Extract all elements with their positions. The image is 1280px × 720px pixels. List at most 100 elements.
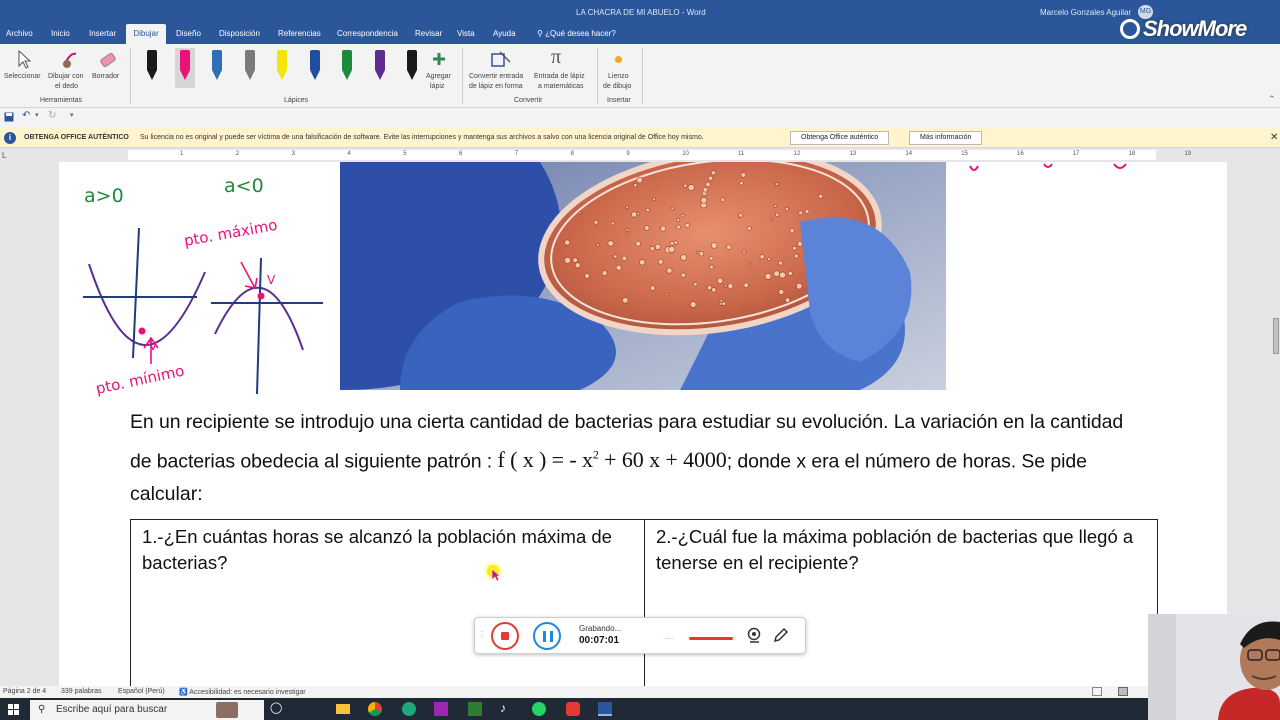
draw-finger-label-1[interactable]: Dibujar con <box>48 72 83 82</box>
tab-correspondencia[interactable]: Correspondencia <box>334 24 401 44</box>
tab-dibujar[interactable]: Dibujar <box>126 24 166 44</box>
tab-archivo[interactable]: Archivo <box>3 24 36 44</box>
add-pen-label-2[interactable]: lápiz <box>430 82 444 92</box>
pencil-icon[interactable] <box>773 627 789 643</box>
pen-9-icon[interactable] <box>402 48 422 88</box>
tab-disposicion[interactable]: Disposición <box>216 24 263 44</box>
tab-referencias[interactable]: Referencias <box>275 24 324 44</box>
read-mode-icon[interactable] <box>1092 687 1102 696</box>
pause-button[interactable] <box>533 622 561 650</box>
windows-start-icon[interactable] <box>8 704 19 715</box>
tiktok-icon[interactable]: ♪ <box>500 701 506 715</box>
ink-to-shape-label-2[interactable]: de lápiz en forma <box>469 82 523 92</box>
scrollbar-thumb[interactable] <box>1273 318 1279 354</box>
language[interactable]: Español (Perú) <box>118 688 165 695</box>
function-equation: f ( x ) = - x2 + 60 x + 4000 <box>497 447 726 472</box>
drawing-canvas-label-2[interactable]: de dibujo <box>603 82 631 92</box>
app-icon[interactable] <box>468 702 482 716</box>
ruler-number: 19 <box>1184 151 1192 157</box>
drawing-canvas-icon[interactable] <box>615 56 622 63</box>
undo-dropdown-icon[interactable]: ▾ <box>35 111 39 119</box>
tab-insertar[interactable]: Insertar <box>86 24 119 44</box>
stop-record-button[interactable] <box>491 622 519 650</box>
app-icon[interactable] <box>566 702 580 716</box>
tab-ayuda[interactable]: Ayuda <box>490 24 519 44</box>
document-page[interactable]: a>0 a<0 pto. máximo V pto. mínimo V En u… <box>59 162 1227 686</box>
paragraph-line-3: calcular: <box>130 483 203 506</box>
drag-handle-icon[interactable]: ⋮ <box>478 630 486 639</box>
app-icon[interactable] <box>434 702 448 716</box>
equation-rhs: + 60 x + 4000 <box>598 447 727 473</box>
select-arrow-icon[interactable] <box>16 50 32 70</box>
add-pen-icon[interactable] <box>432 52 446 66</box>
license-warning-bar: i OBTENGA OFFICE AUTÉNTICO Su licencia n… <box>0 128 1280 148</box>
pen-4-icon[interactable] <box>240 48 260 88</box>
undo-icon[interactable]: ↶ <box>22 110 30 121</box>
page-count[interactable]: Página 2 de 4 <box>3 688 46 695</box>
add-pen-label-1[interactable]: Agregar <box>426 72 451 82</box>
webcam-icon[interactable] <box>747 627 763 643</box>
redo-icon[interactable]: ↻ <box>48 110 56 121</box>
ink-to-shape-icon[interactable] <box>490 50 512 70</box>
windows-taskbar: ⚲ Escribe aquí para buscar ◯ ♪ <box>0 698 1280 720</box>
drawing-canvas-label-1[interactable]: Lienzo <box>608 72 629 82</box>
select-button[interactable]: Seleccionar <box>4 72 41 82</box>
collapse-ribbon-icon[interactable]: ⌃ <box>1268 94 1276 105</box>
recording-status: Grabando... <box>579 624 622 633</box>
accessibility-status[interactable]: ♿ Accesibilidad: es necesario investigar <box>179 688 306 696</box>
save-icon[interactable] <box>4 112 14 122</box>
pen-7-icon[interactable] <box>337 48 357 88</box>
paragraph-line-1: En un recipiente se introdujo una cierta… <box>130 411 1124 433</box>
eraser-icon[interactable] <box>98 50 118 70</box>
file-explorer-icon[interactable] <box>336 704 350 714</box>
pen-3-icon[interactable] <box>207 48 227 88</box>
horizontal-ruler[interactable]: L 1 2 3 4 5 6 7 8 9 10 11 12 13 14 15 16 17 18 19 <box>0 148 1280 162</box>
tab-revisar[interactable]: Revisar <box>412 24 445 44</box>
pen-1-icon[interactable] <box>142 48 162 88</box>
word-count[interactable]: 339 palabras <box>61 688 101 695</box>
pen-8-icon[interactable] <box>370 48 390 88</box>
ribbon-tabs: Archivo Inicio Insertar Dibujar Diseño D… <box>0 24 1280 44</box>
tab-vista[interactable]: Vista <box>454 24 478 44</box>
ink-to-shape-label-1[interactable]: Convertir entrada <box>469 72 523 82</box>
question-2-cell[interactable]: 2.-¿Cuál fue la máxima población de bact… <box>645 520 1157 686</box>
get-office-button[interactable]: Obtenga Office auténtico <box>790 131 890 145</box>
min-point-label: pto. mínimo <box>94 362 186 398</box>
ribbon: Seleccionar Dibujar con el dedo Borrador… <box>0 44 1280 108</box>
pen-2-icon[interactable] <box>174 48 195 88</box>
a-negative-label: a<0 <box>224 175 264 197</box>
ruler-number: 16 <box>1017 151 1024 157</box>
task-view-icon[interactable]: ◯ <box>270 701 282 714</box>
user-name[interactable]: Marcelo Gonzales Aguilar <box>1040 8 1131 17</box>
more-info-button[interactable]: Más información <box>909 131 983 145</box>
close-icon[interactable]: ✕ <box>1270 132 1278 143</box>
vertical-ruler[interactable] <box>0 162 10 686</box>
ruler-tab-selector[interactable]: L <box>2 151 6 160</box>
tell-me-box[interactable]: ⚲ ¿Qué desea hacer? <box>534 24 619 44</box>
vertical-scrollbar[interactable] <box>1272 162 1280 686</box>
info-icon: i <box>4 132 16 144</box>
ink-to-math-label-2[interactable]: a matemáticas <box>538 82 584 92</box>
tab-diseno[interactable]: Diseño <box>173 24 204 44</box>
a-positive-label: a>0 <box>84 185 124 207</box>
chrome-icon[interactable] <box>368 702 382 716</box>
lightbulb-icon: ⚲ <box>537 29 543 38</box>
customize-qat-icon[interactable]: ▾ <box>70 111 74 119</box>
draw-finger-label-2[interactable]: el dedo <box>55 82 78 92</box>
group-divider <box>597 48 598 104</box>
tab-inicio[interactable]: Inicio <box>48 24 73 44</box>
draw-finger-icon[interactable] <box>60 50 80 70</box>
ink-to-math-icon[interactable]: π <box>551 46 561 69</box>
question-1-cell[interactable]: 1.-¿En cuántas horas se alcanzó la pobla… <box>131 520 645 686</box>
pen-6-icon[interactable] <box>305 48 325 88</box>
ruler-number: 7 <box>514 151 519 157</box>
word-icon[interactable] <box>598 702 612 716</box>
eraser-button[interactable]: Borrador <box>92 72 119 82</box>
pen-5-icon[interactable] <box>272 48 292 88</box>
whatsapp-icon[interactable] <box>532 702 546 716</box>
print-layout-icon[interactable] <box>1118 687 1128 696</box>
status-bar: Página 2 de 4 339 palabras Español (Perú… <box>0 686 1280 698</box>
taskbar-thumbnail-icon[interactable] <box>216 702 238 718</box>
ink-to-math-label-1[interactable]: Entrada de lápiz <box>534 72 585 82</box>
app-icon[interactable] <box>402 702 416 716</box>
